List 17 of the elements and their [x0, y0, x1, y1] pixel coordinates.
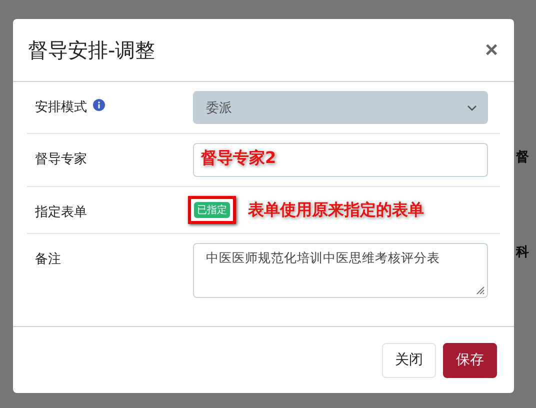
background-text: 科: [516, 244, 529, 261]
field-label: 督导专家: [35, 151, 87, 168]
status-badge: 已指定: [194, 202, 230, 218]
dialog-title: 督导安排-调整: [28, 36, 156, 64]
notes-field[interactable]: 中医医师规范化培训中医思维考核评分表: [193, 243, 488, 298]
field-label: 指定表单: [35, 204, 87, 221]
resize-grip-icon[interactable]: [475, 285, 485, 295]
annotation-text: 表单使用原来指定的表单: [248, 200, 424, 220]
chevron-icon: [467, 104, 477, 110]
close-dialog-button[interactable]: 关闭: [382, 342, 436, 378]
annotation-text: 督导专家2: [201, 148, 276, 169]
background-text: 督: [516, 149, 529, 166]
close-button[interactable]: ×: [485, 39, 498, 61]
field-label: 安排模式: [35, 99, 87, 116]
input-field[interactable]: [193, 143, 488, 177]
save-button[interactable]: 保存: [443, 342, 497, 378]
field-label: 备注: [35, 251, 61, 268]
